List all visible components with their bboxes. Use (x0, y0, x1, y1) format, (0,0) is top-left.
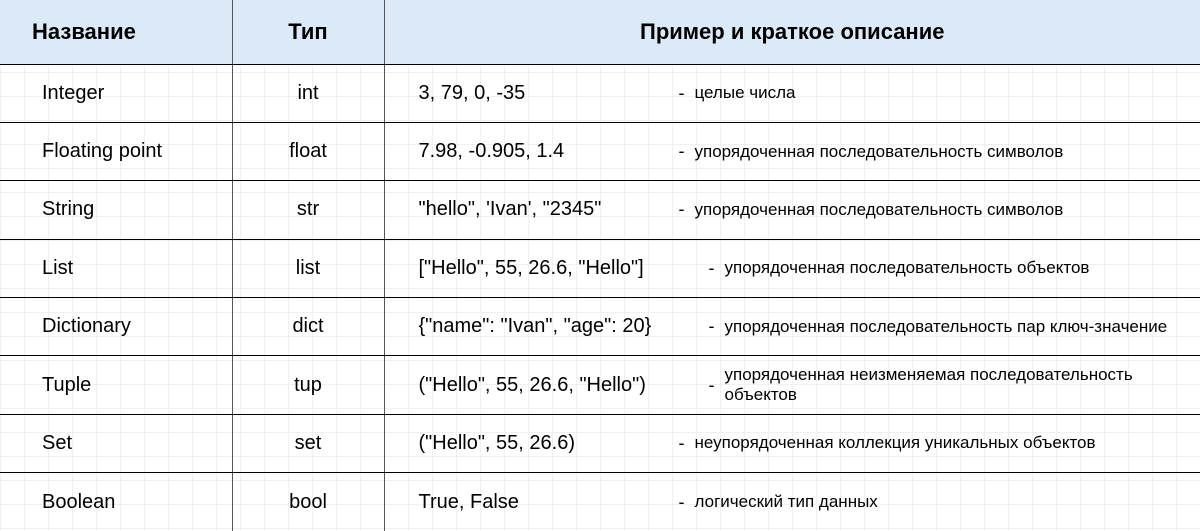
header-type: Тип (232, 0, 384, 64)
cell-dash: - (679, 492, 695, 513)
cell-name: List (0, 239, 232, 297)
header-desc: Пример и краткое описание (384, 0, 1200, 64)
cell-example: True, False (419, 491, 679, 514)
cell-name: Set (0, 414, 232, 472)
cell-desc: {"name": "Ivan", "age": 20}-упорядоченна… (384, 298, 1200, 356)
cell-explain: целые числа (695, 83, 1191, 103)
cell-dash: - (679, 83, 695, 104)
cell-example: 7.98, -0.905, 1.4 (419, 140, 679, 163)
cell-dash: - (679, 141, 695, 162)
table-row: Tupletup("Hello", 55, 26.6, "Hello")-упо… (0, 356, 1200, 414)
data-types-table: Название Тип Пример и краткое описание I… (0, 0, 1200, 531)
cell-example: 3, 79, 0, -35 (419, 82, 679, 105)
cell-desc: ("Hello", 55, 26.6, "Hello")-упорядоченн… (384, 356, 1200, 414)
table-header-row: Название Тип Пример и краткое описание (0, 0, 1200, 64)
cell-explain: упорядоченная последовательность символо… (695, 200, 1191, 220)
cell-example: "hello", 'Ivan', "2345" (419, 198, 679, 221)
cell-desc: 7.98, -0.905, 1.4-упорядоченная последов… (384, 122, 1200, 180)
cell-dash: - (679, 199, 695, 220)
cell-type: int (232, 64, 384, 122)
cell-explain: упорядоченная последовательность объекто… (725, 258, 1191, 278)
cell-example: {"name": "Ivan", "age": 20} (419, 315, 709, 338)
cell-name: String (0, 181, 232, 239)
cell-desc: ["Hello", 55, 26.6, "Hello"]-упорядоченн… (384, 239, 1200, 297)
cell-explain: упорядоченная последовательность символо… (695, 142, 1191, 162)
table-row: Listlist["Hello", 55, 26.6, "Hello"]-упо… (0, 239, 1200, 297)
cell-name: Integer (0, 64, 232, 122)
cell-type: list (232, 239, 384, 297)
cell-dash: - (709, 316, 725, 337)
cell-name: Floating point (0, 122, 232, 180)
cell-type: bool (232, 473, 384, 531)
cell-type: float (232, 122, 384, 180)
cell-explain: упорядоченная последовательность пар клю… (725, 317, 1191, 337)
cell-desc: 3, 79, 0, -35-целые числа (384, 64, 1200, 122)
cell-dash: - (709, 375, 725, 396)
header-name: Название (0, 0, 232, 64)
cell-type: tup (232, 356, 384, 414)
cell-type: str (232, 181, 384, 239)
table-row: Integerint3, 79, 0, -35-целые числа (0, 64, 1200, 122)
table-row: Floating pointfloat7.98, -0.905, 1.4-упо… (0, 122, 1200, 180)
cell-type: set (232, 414, 384, 472)
cell-dash: - (709, 258, 725, 279)
cell-dash: - (679, 433, 695, 454)
cell-name: Tuple (0, 356, 232, 414)
cell-example: ["Hello", 55, 26.6, "Hello"] (419, 257, 709, 280)
cell-example: ("Hello", 55, 26.6) (419, 432, 679, 455)
cell-name: Boolean (0, 473, 232, 531)
table-row: Stringstr"hello", 'Ivan', "2345"-упорядо… (0, 181, 1200, 239)
cell-type: dict (232, 298, 384, 356)
cell-desc: True, False-логический тип данных (384, 473, 1200, 531)
table-row: BooleanboolTrue, False-логический тип да… (0, 473, 1200, 531)
cell-desc: ("Hello", 55, 26.6)-неупорядоченная колл… (384, 414, 1200, 472)
cell-explain: упорядоченная неизменяемая последователь… (725, 365, 1191, 405)
cell-example: ("Hello", 55, 26.6, "Hello") (419, 374, 709, 397)
cell-explain: неупорядоченная коллекция уникальных объ… (695, 433, 1191, 453)
table-row: Dictionarydict{"name": "Ivan", "age": 20… (0, 298, 1200, 356)
cell-desc: "hello", 'Ivan', "2345"-упорядоченная по… (384, 181, 1200, 239)
cell-name: Dictionary (0, 298, 232, 356)
table-row: Setset("Hello", 55, 26.6)-неупорядоченна… (0, 414, 1200, 472)
cell-explain: логический тип данных (695, 492, 1191, 512)
